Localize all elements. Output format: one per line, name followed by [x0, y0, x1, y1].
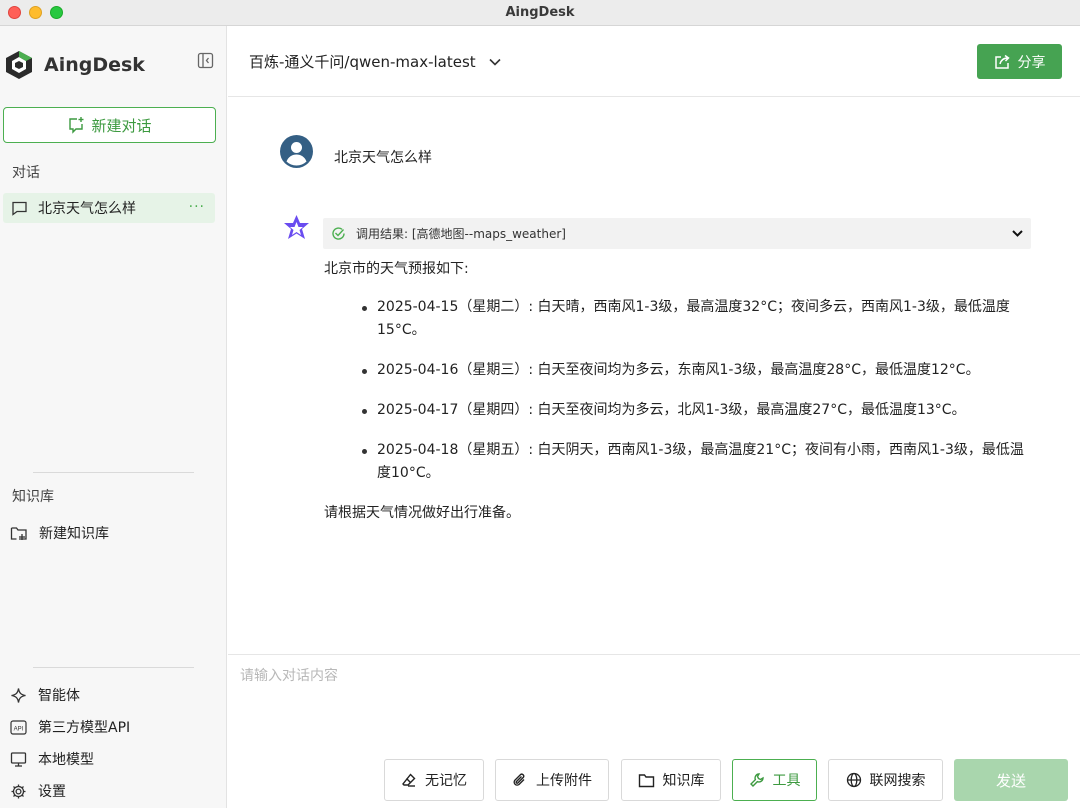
assistant-message: 北京市的天气预报如下: 2025-04-15（星期二）: 白天晴，西南风1-3级… [324, 258, 1034, 524]
svg-text:API: API [14, 726, 24, 732]
app-logo-icon [4, 50, 34, 80]
gear-icon [10, 783, 27, 800]
chat-area: 北京天气怎么样 调用结果: [高德地图--maps_weather] 北京市的天… [228, 98, 1080, 654]
tools-label: 工具 [772, 773, 801, 789]
answer-intro: 北京市的天气预报如下: [324, 261, 469, 277]
list-item: 2025-04-15（星期二）: 白天晴，西南风1-3级，最高温度32°C；夜间… [362, 296, 1034, 342]
api-icon: API [10, 719, 27, 736]
share-button[interactable]: 分享 [977, 44, 1062, 79]
new-chat-button[interactable]: 新建对话 [3, 107, 216, 143]
list-item: 2025-04-16（星期三）: 白天至夜间均为多云，东南风1-3级，最高温度2… [362, 359, 1034, 382]
sidebar-item-agents[interactable]: 智能体 [10, 685, 80, 705]
sidebar: AingDesk 新建对话 对话 北京天气怎么样 ··· 知识库 新建知识库 智… [0, 26, 227, 808]
upload-attachment-button[interactable]: 上传附件 [495, 759, 609, 801]
new-knowledge-base-button[interactable]: 新建知识库 [10, 523, 109, 543]
sidebar-item-label: 智能体 [38, 688, 80, 704]
send-button[interactable]: 发送 [954, 759, 1068, 801]
composer: 无记忆 上传附件 知识库 工具 [228, 654, 1080, 808]
user-avatar-icon [280, 135, 313, 168]
sidebar-item-label: 第三方模型API [38, 720, 131, 736]
assistant-logo-icon [280, 213, 313, 246]
close-window-button[interactable] [8, 6, 21, 19]
eraser-icon [401, 772, 417, 788]
sidebar-item-settings[interactable]: 设置 [10, 781, 66, 801]
no-memory-button[interactable]: 无记忆 [384, 759, 484, 801]
conversation-more-button[interactable]: ··· [189, 199, 205, 215]
conversations-section-label: 对话 [12, 165, 40, 181]
share-label: 分享 [1017, 54, 1046, 71]
no-memory-label: 无记忆 [425, 773, 467, 789]
user-message: 北京天气怎么样 [334, 150, 432, 166]
brand: AingDesk [4, 50, 145, 80]
sidebar-item-local-models[interactable]: 本地模型 [10, 749, 94, 769]
sparkle-icon [10, 687, 27, 704]
answer-outro: 请根据天气情况做好出行准备。 [324, 505, 520, 521]
expand-chevron-icon[interactable] [1010, 226, 1025, 241]
model-selector[interactable]: 百炼-通义千问/qwen-max-latest [249, 51, 502, 72]
web-search-button[interactable]: 联网搜索 [828, 759, 943, 801]
maximize-window-button[interactable] [50, 6, 63, 19]
sidebar-item-third-party-api[interactable]: API 第三方模型API [10, 717, 130, 737]
tool-call-result[interactable]: 调用结果: [高德地图--maps_weather] [323, 218, 1031, 249]
sidebar-divider [33, 472, 194, 473]
tool-call-label: 调用结果: [高德地图--maps_weather] [356, 227, 566, 241]
window-title: AingDesk [505, 5, 575, 20]
knowledge-section-label: 知识库 [12, 489, 54, 505]
knowledge-base-label: 知识库 [662, 773, 705, 789]
new-knowledge-base-label: 新建知识库 [39, 526, 109, 542]
upload-label: 上传附件 [536, 773, 592, 789]
folder-icon [638, 773, 655, 788]
knowledge-base-button[interactable]: 知识库 [621, 759, 721, 801]
conversation-item[interactable]: 北京天气怎么样 ··· [3, 193, 215, 223]
folder-add-icon [10, 525, 28, 542]
sidebar-item-label: 设置 [38, 784, 66, 800]
globe-icon [846, 772, 862, 788]
sidebar-item-label: 本地模型 [38, 752, 94, 768]
collapse-sidebar-icon[interactable] [197, 52, 214, 69]
paperclip-icon [512, 772, 528, 788]
share-icon [994, 54, 1011, 70]
forecast-list: 2025-04-15（星期二）: 白天晴，西南风1-3级，最高温度32°C；夜间… [324, 296, 1034, 485]
model-name: 百炼-通义千问/qwen-max-latest [249, 53, 476, 71]
chevron-down-icon [488, 55, 502, 69]
conversation-title: 北京天气怎么样 [38, 201, 136, 217]
web-search-label: 联网搜索 [869, 773, 926, 789]
list-item: 2025-04-17（星期四）: 白天至夜间均为多云，北风1-3级，最高温度27… [362, 399, 1034, 422]
monitor-icon [10, 751, 27, 768]
window-controls [8, 6, 63, 19]
title-bar: AingDesk [0, 0, 1080, 26]
list-item: 2025-04-18（星期五）: 白天阴天，西南风1-3级，最高温度21°C；夜… [362, 439, 1034, 485]
brand-name: AingDesk [44, 54, 145, 76]
sidebar-divider [33, 667, 194, 668]
chat-bubble-icon [11, 200, 28, 217]
minimize-window-button[interactable] [29, 6, 42, 19]
new-chat-label: 新建对话 [91, 116, 152, 135]
message-input[interactable] [240, 665, 1060, 745]
check-circle-icon [331, 226, 346, 241]
tools-button[interactable]: 工具 [732, 759, 817, 801]
chat-header: 百炼-通义千问/qwen-max-latest 分享 [228, 26, 1080, 97]
new-chat-icon [67, 116, 85, 134]
wrench-icon [749, 772, 765, 788]
